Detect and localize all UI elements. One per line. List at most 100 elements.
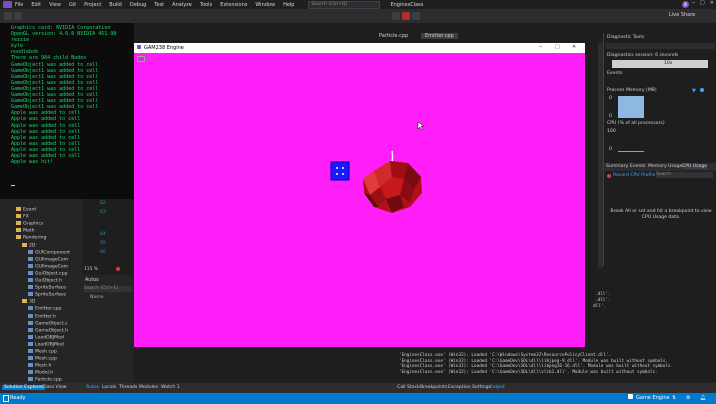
autos-search-input[interactable]: Search (Ctrl+E)	[84, 286, 132, 292]
code-editor[interactable]: 62 63 64 65 66 115 %	[82, 199, 134, 275]
close-icon[interactable]: ✕	[710, 0, 714, 6]
tree-item-label: GuiObject.h	[35, 278, 63, 284]
tree-item-label: Rendering	[23, 235, 47, 241]
minimize-icon[interactable]: ─	[692, 0, 695, 6]
menu-debug[interactable]: Debug	[130, 2, 146, 8]
branch-icon[interactable]: ⇅	[672, 395, 676, 401]
tree-item[interactable]: 3D	[22, 299, 35, 305]
menu-view[interactable]: View	[49, 2, 61, 8]
diagnostics-search-input[interactable]: Search	[656, 172, 713, 178]
snapshot-icon[interactable]	[700, 88, 704, 92]
tree-item[interactable]: FX	[16, 214, 29, 220]
tree-item[interactable]: LoadOBJMod	[28, 334, 64, 341]
back-icon[interactable]	[4, 12, 12, 20]
tree-item[interactable]: LoadOBJMod	[28, 341, 64, 347]
tree-item[interactable]: Rendering	[16, 235, 46, 241]
tab-breakpoints[interactable]: Breakpoints	[420, 385, 447, 390]
tab-summary[interactable]: Summary	[606, 164, 628, 169]
error-icon[interactable]	[116, 267, 120, 271]
tree-item-label: LoadOBJMod	[35, 335, 64, 341]
tree-item[interactable]: Emitter.cpp	[28, 306, 61, 312]
game-scene	[330, 121, 425, 213]
tab-cpu-usage[interactable]: CPU Usage	[682, 164, 708, 169]
apple-model	[363, 150, 422, 213]
tab-particle-cpp[interactable]: Particle.cpp	[379, 33, 408, 39]
status-ready: Ready	[10, 395, 26, 401]
zoom-level[interactable]: 115 %	[84, 267, 98, 272]
tree-item[interactable]: Graphics	[16, 221, 43, 227]
tab-watch-1[interactable]: Watch 1	[161, 385, 180, 390]
tree-item[interactable]: Event	[16, 207, 36, 213]
menu-build[interactable]: Build	[109, 2, 122, 8]
file-icon	[28, 356, 33, 361]
tab-exception-settings[interactable]: Exception Settings	[448, 385, 491, 390]
menu-help[interactable]: Help	[283, 2, 294, 8]
tab-class-view[interactable]: Class View	[42, 385, 66, 390]
menu-test[interactable]: Test	[154, 2, 164, 8]
record-icon[interactable]	[607, 174, 611, 178]
forward-icon[interactable]	[14, 12, 22, 20]
tree-item[interactable]: Emitter.h	[28, 313, 56, 319]
game-maximize-icon[interactable]: □	[555, 44, 560, 50]
menu-extensions[interactable]: Extensions	[220, 2, 247, 8]
record-cpu-profile-button[interactable]: Record CPU Profile	[613, 173, 655, 178]
menu-tools[interactable]: Tools	[200, 2, 212, 8]
tab-memory-usage[interactable]: Memory Usage	[648, 164, 682, 169]
tree-item[interactable]: Math	[16, 228, 35, 234]
live-share-button[interactable]: Live Share	[669, 12, 695, 18]
menu-edit[interactable]: Edit	[31, 2, 41, 8]
menu-project[interactable]: Project	[84, 2, 101, 8]
pause-icon[interactable]	[392, 12, 400, 20]
game-close-icon[interactable]: ✕	[572, 44, 576, 50]
tree-item[interactable]: 2D	[22, 242, 35, 248]
menu-analyze[interactable]: Analyze	[172, 2, 192, 8]
tab-autos[interactable]: Autos	[86, 385, 99, 390]
notifications-icon[interactable]: 🔔︎	[700, 395, 706, 401]
tree-item[interactable]: SpriteSurface	[28, 285, 66, 291]
cpu-axis-min: 0	[609, 147, 612, 152]
tree-item[interactable]: Mesh.h	[28, 363, 51, 369]
filter-icon[interactable]: ▼	[692, 88, 696, 94]
tab-locals[interactable]: Locals	[102, 385, 116, 390]
restart-icon[interactable]	[412, 12, 420, 20]
output-fragment: .dll'.	[595, 292, 611, 297]
visual-studio-logo-icon	[3, 1, 12, 8]
tab-emitter-cpp[interactable]: Emitter.cpp	[421, 33, 458, 39]
tab-threads[interactable]: Threads	[119, 385, 137, 390]
tree-item[interactable]: SpriteSurface	[28, 292, 66, 298]
tab-events[interactable]: Events	[630, 164, 646, 169]
tab-modules[interactable]: Modules	[139, 385, 158, 390]
blue-cube	[330, 161, 350, 181]
menu-file[interactable]: File	[15, 2, 23, 8]
settings-icon[interactable]: ⚙	[686, 395, 690, 401]
tab-call-stack[interactable]: Call Stack	[397, 385, 420, 390]
diagnostics-title: Diagnostic Tools	[607, 35, 645, 40]
maximize-icon[interactable]: □	[700, 0, 705, 6]
tree-item[interactable]: GameObject.h	[28, 327, 68, 333]
game-viewport[interactable]	[134, 53, 585, 347]
tab-output[interactable]: Output	[489, 385, 505, 390]
tree-item[interactable]: Mesh.cpp	[28, 349, 57, 355]
timeline-ruler[interactable]	[612, 60, 708, 68]
tree-item[interactable]: GUIImageCom	[28, 256, 68, 262]
game-window-titlebar[interactable]: GAM238 Engine ─ □ ✕	[134, 43, 585, 53]
tree-item[interactable]: Mesh.cpp	[28, 356, 57, 362]
bottom-tab-bar: Solution Explorer Class View Autos Local…	[0, 383, 716, 393]
tree-item[interactable]: GuiObject.cpp	[28, 270, 68, 276]
menu-git[interactable]: Git	[69, 2, 76, 8]
tree-item[interactable]: Model.h	[28, 370, 53, 376]
game-minimize-icon[interactable]: ─	[539, 44, 542, 50]
autos-panel: Autos Search (Ctrl+E) Name	[82, 275, 134, 383]
tree-item[interactable]: GuiObject.h	[28, 278, 62, 284]
stop-icon[interactable]	[402, 12, 410, 20]
tab-solution-explorer[interactable]: Solution Explorer	[2, 385, 46, 390]
toolbar: Live Share	[0, 9, 716, 23]
search-input[interactable]: Search (Ctrl+Q)	[308, 0, 381, 9]
tree-item[interactable]: GameObject.c	[28, 320, 68, 326]
avatar[interactable]: JK	[682, 1, 689, 8]
tree-item[interactable]: GUIComponent	[28, 249, 70, 255]
file-icon	[28, 256, 33, 261]
menu-window[interactable]: Window	[255, 2, 275, 8]
status-project[interactable]: Game Engine	[636, 395, 670, 401]
tree-item[interactable]: GUIImageCom	[28, 263, 68, 269]
